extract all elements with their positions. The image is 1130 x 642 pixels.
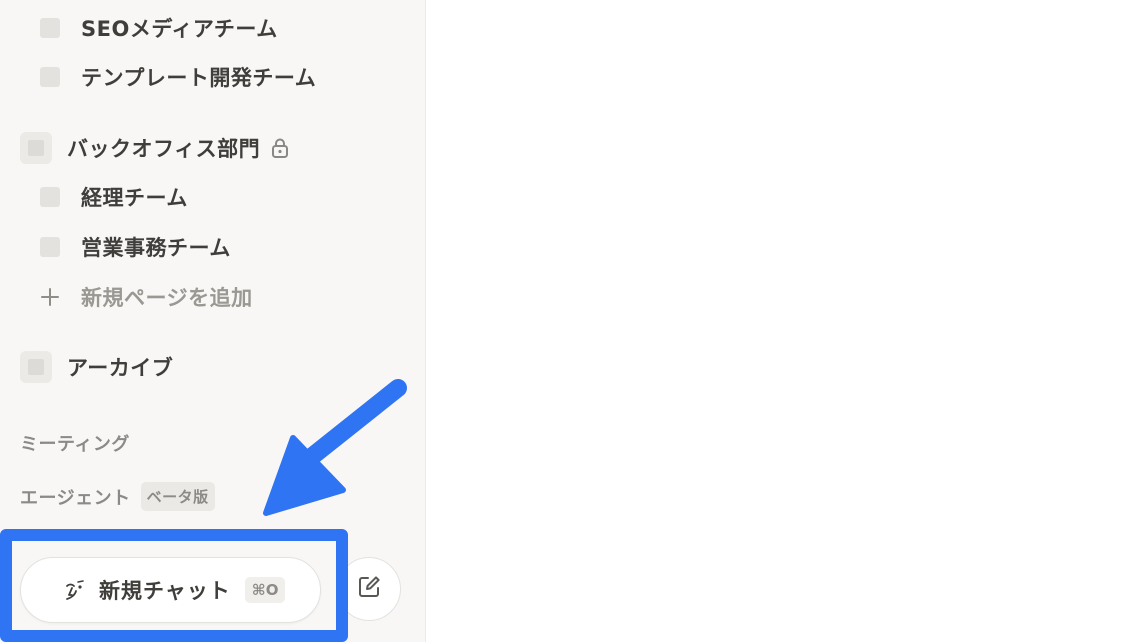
sidebar-item-label: バックオフィス部門 xyxy=(67,137,261,161)
sidebar: SEOメディアチーム テンプレート開発チーム バックオフィス部門 経理チーム 営… xyxy=(0,0,426,642)
shortcut-badge: ⌘O xyxy=(244,577,286,603)
sidebar-item-label: 営業事務チーム xyxy=(81,236,231,260)
sidebar-item-label: 経理チーム xyxy=(81,186,188,210)
agents-label: エージェント xyxy=(20,487,131,509)
meetings-label: ミーティング xyxy=(20,434,130,455)
new-chat-label: 新規チャット xyxy=(99,579,231,603)
sidebar-item-archive[interactable]: アーカイブ xyxy=(0,347,426,387)
page-icon xyxy=(40,187,60,207)
page-icon xyxy=(20,132,52,164)
sidebar-item-seo-media-team[interactable]: SEOメディアチーム xyxy=(0,8,426,48)
beta-badge: ベータ版 xyxy=(140,482,215,511)
page-icon xyxy=(40,67,60,87)
sidebar-item-back-office[interactable]: バックオフィス部門 xyxy=(0,128,426,168)
ai-face-icon xyxy=(63,578,87,602)
compose-icon xyxy=(355,573,383,605)
sidebar-item-label: SEOメディアチーム xyxy=(81,17,278,41)
page-icon xyxy=(40,18,60,38)
sidebar-item-template-dev-team[interactable]: テンプレート開発チーム xyxy=(0,57,426,97)
plus-icon xyxy=(40,287,60,307)
sidebar-item-sales-admin-team[interactable]: 営業事務チーム xyxy=(0,227,426,267)
compose-button[interactable] xyxy=(337,557,401,621)
meetings-section[interactable]: ミーティング xyxy=(20,430,130,456)
page-icon xyxy=(20,351,52,383)
add-page-button[interactable]: 新規ページを追加 xyxy=(0,277,426,317)
add-page-label: 新規ページを追加 xyxy=(81,286,253,310)
lock-icon xyxy=(270,137,290,159)
page-icon xyxy=(40,237,60,257)
sidebar-item-label: テンプレート開発チーム xyxy=(81,66,317,90)
main-content xyxy=(427,0,1130,642)
sidebar-item-accounting-team[interactable]: 経理チーム xyxy=(0,177,426,217)
agents-section[interactable]: エージェント ベータ版 xyxy=(20,482,215,511)
new-chat-button[interactable]: 新規チャット ⌘O xyxy=(20,557,321,623)
sidebar-item-label: アーカイブ xyxy=(67,356,174,380)
